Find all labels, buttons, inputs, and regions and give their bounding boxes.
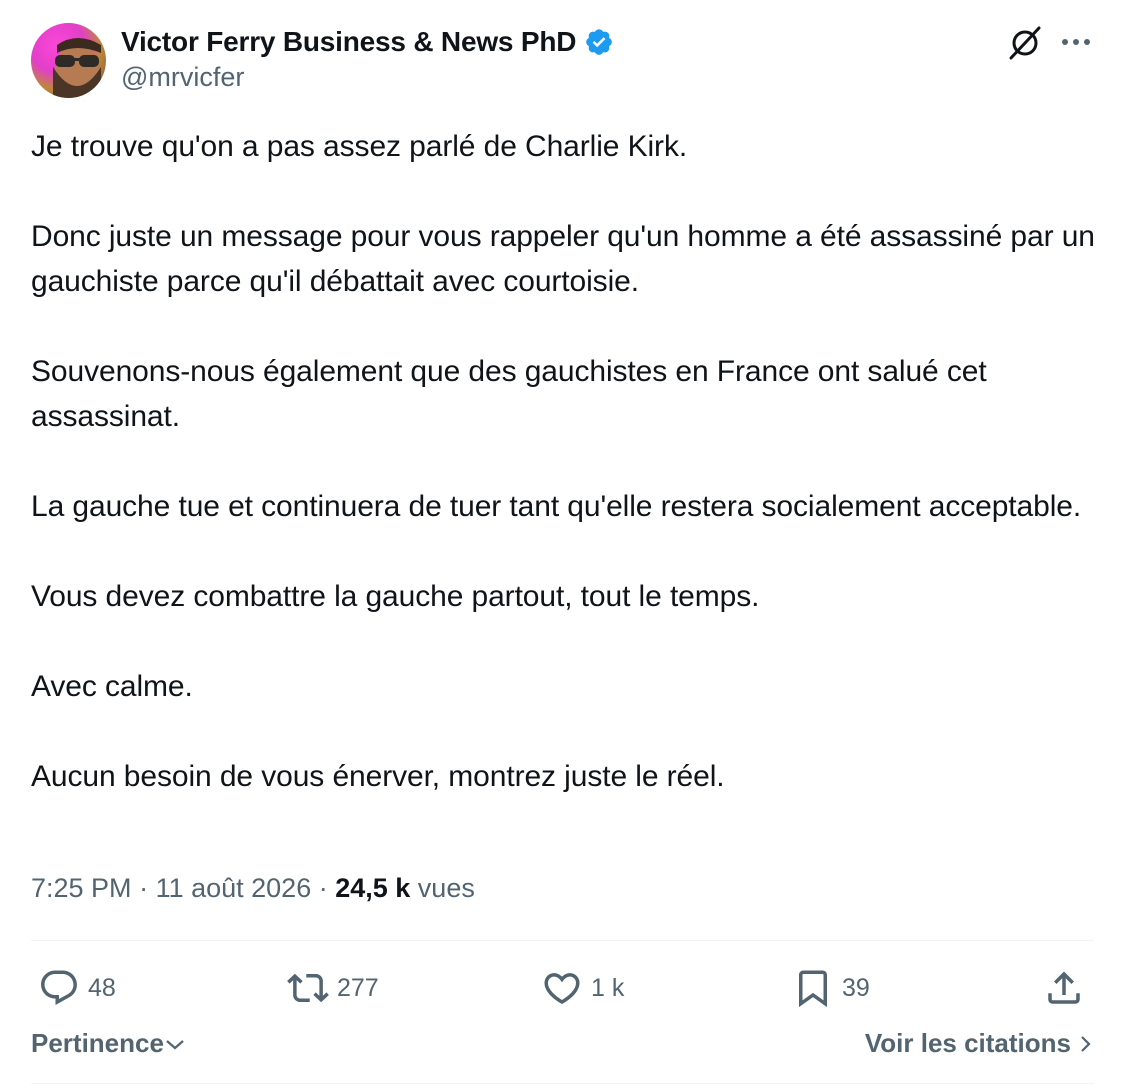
grok-icon[interactable] — [1006, 24, 1044, 62]
tweet-paragraph: Avec calme. — [31, 670, 193, 703]
reply-icon — [38, 967, 80, 1009]
bookmark-count: 39 — [842, 973, 870, 1002]
tweet-paragraph: Aucun besoin de vous énerver, montrez ju… — [31, 760, 725, 793]
tweet-paragraph: Donc juste un message pour vous rappeler… — [31, 220, 1095, 298]
avatar[interactable] — [31, 23, 106, 98]
tweet-meta: 7:25 PM · 11 août 2026 · 24,5 k vues — [31, 873, 475, 904]
retweet-icon — [287, 967, 329, 1009]
author-handle[interactable]: @mrvicfer — [121, 62, 244, 93]
views-count: 24,5 k — [335, 873, 411, 903]
bookmark-icon — [792, 967, 834, 1009]
sort-dropdown[interactable]: Pertinence — [31, 1028, 186, 1059]
like-button[interactable]: 1 k — [541, 962, 624, 1014]
tweet-time[interactable]: 7:25 PM — [31, 873, 132, 903]
tweet-date[interactable]: 11 août 2026 — [156, 873, 312, 903]
tweet-paragraph: Souvenons-nous également que des gauchis… — [31, 355, 987, 433]
quotes-label: Voir les citations — [864, 1028, 1071, 1058]
author-name[interactable]: Victor Ferry Business & News PhD — [121, 26, 576, 58]
tweet-paragraph: Je trouve qu'on a pas assez parlé de Cha… — [31, 130, 688, 163]
tweet-paragraph: La gauche tue et continuera de tuer tant… — [31, 490, 1082, 523]
bookmark-button[interactable]: 39 — [792, 962, 870, 1014]
like-count: 1 k — [591, 973, 625, 1002]
retweet-count: 277 — [337, 973, 379, 1002]
divider — [31, 1083, 1093, 1084]
sort-label: Pertinence — [31, 1028, 164, 1058]
meta-separator: · — [131, 873, 156, 903]
share-icon — [1043, 967, 1085, 1009]
heart-icon — [541, 967, 583, 1009]
reply-button[interactable]: 48 — [38, 962, 116, 1014]
divider — [31, 940, 1093, 941]
reply-count: 48 — [88, 973, 116, 1002]
tweet-text: Je trouve qu'on a pas assez parlé de Cha… — [31, 124, 1101, 799]
chevron-down-icon — [164, 1033, 186, 1055]
replies-toolbar: Pertinence Voir les citations — [31, 1028, 1093, 1064]
more-icon[interactable] — [1058, 24, 1094, 60]
meta-separator: · — [311, 873, 336, 903]
tweet-detail: Victor Ferry Business & News PhD @mrvicf… — [0, 0, 1123, 1085]
chevron-right-icon — [1079, 1033, 1093, 1055]
author-name-row: Victor Ferry Business & News PhD — [121, 24, 614, 60]
share-button[interactable] — [1043, 962, 1085, 1014]
verified-badge-icon[interactable] — [584, 27, 614, 57]
retweet-button[interactable]: 277 — [287, 962, 379, 1014]
tweet-paragraph: Vous devez combattre la gauche partout, … — [31, 580, 760, 613]
views-label: vues — [410, 873, 475, 903]
view-quotes-link[interactable]: Voir les citations — [865, 1028, 1093, 1059]
action-bar: 48 277 1 k 39 — [31, 962, 1093, 1014]
